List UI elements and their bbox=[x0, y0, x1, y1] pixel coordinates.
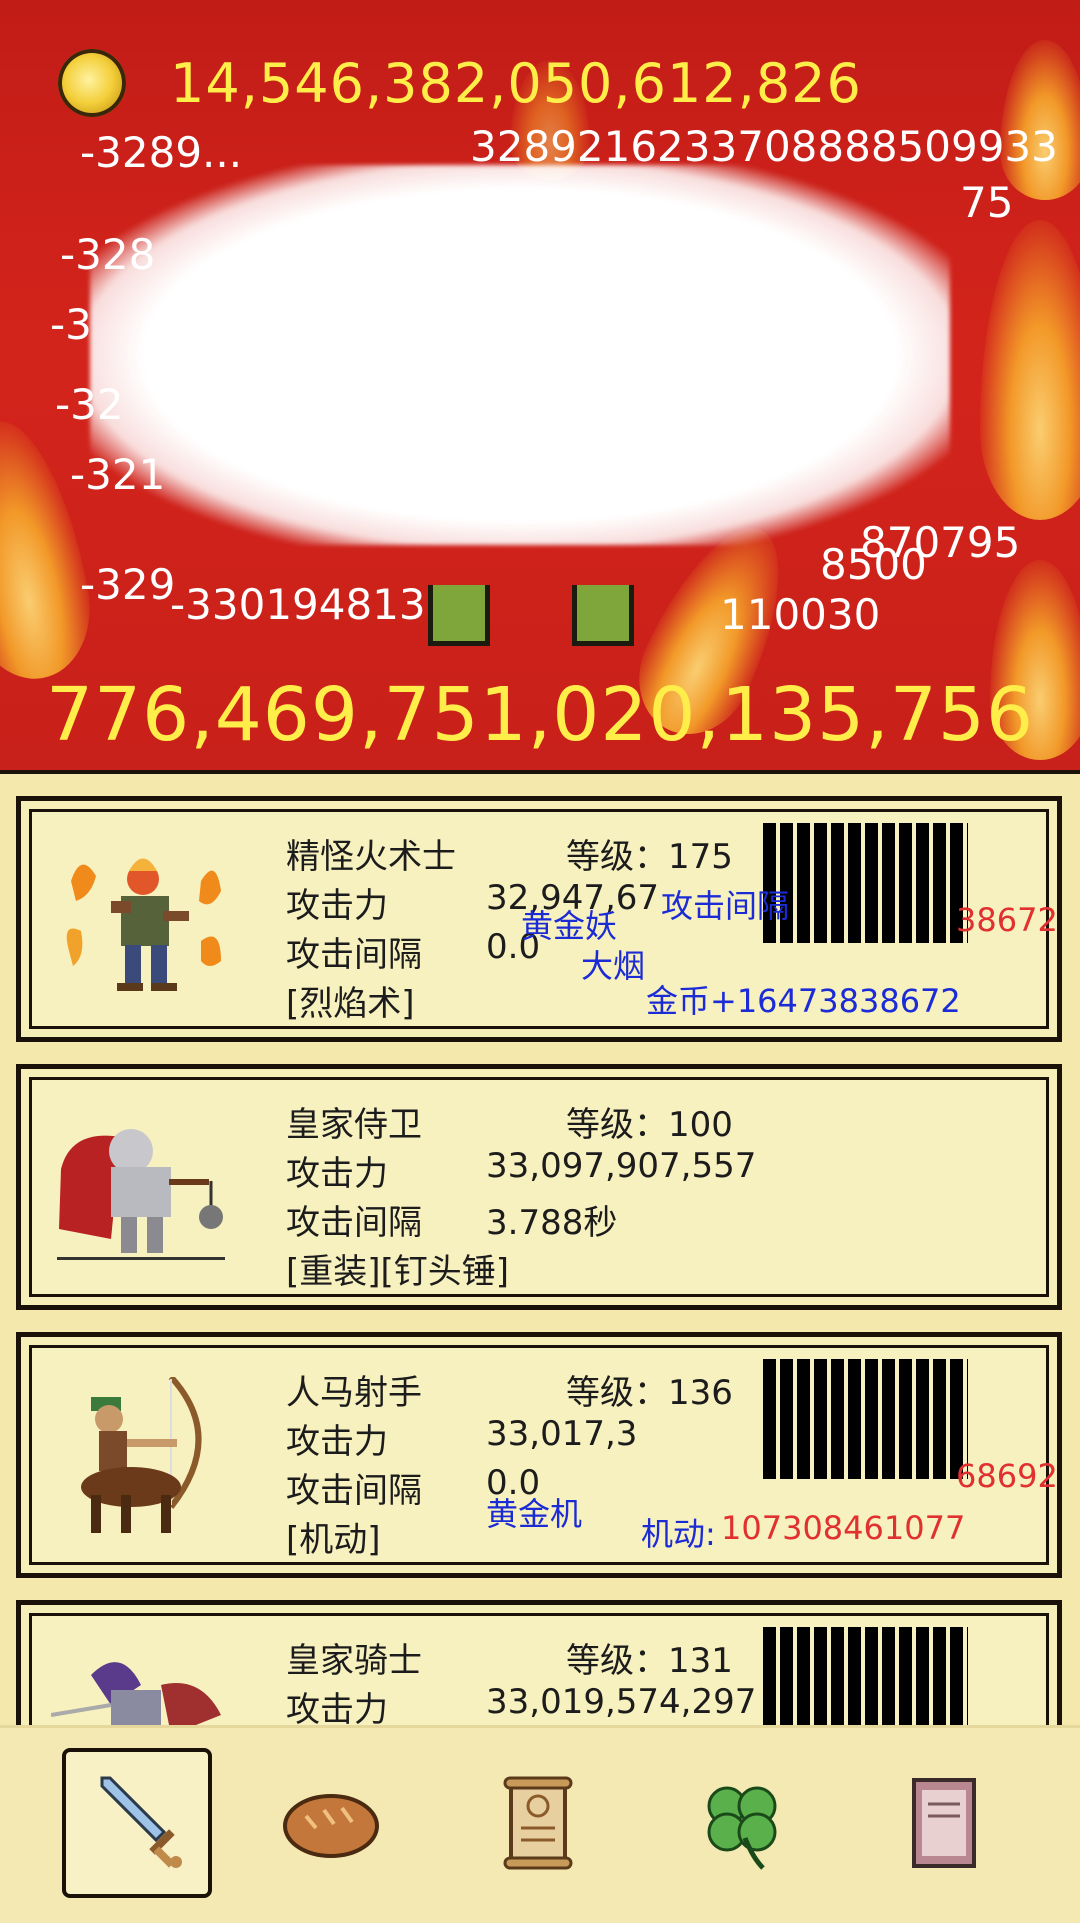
damage-number: -3289... bbox=[80, 128, 243, 177]
glitch-barcode bbox=[763, 1627, 968, 1729]
attack-label: 攻击力 bbox=[286, 1690, 388, 1729]
damage-number: -328 bbox=[60, 230, 156, 279]
damage-number: -32 bbox=[55, 380, 124, 429]
royal-guard-portrait bbox=[57, 1129, 225, 1260]
nav-clover[interactable] bbox=[667, 1748, 817, 1898]
unit-skills: [重装][钉头锤] bbox=[286, 1252, 510, 1292]
gold-coin-icon bbox=[58, 49, 126, 117]
nav-scroll[interactable] bbox=[463, 1748, 613, 1898]
unit-name: 精怪火术士 bbox=[286, 837, 456, 877]
damage-number-cloud bbox=[90, 165, 950, 545]
attack-value: 33,017,3 bbox=[486, 1414, 638, 1454]
damage-number: 110030 bbox=[720, 590, 881, 639]
interval-label: 攻击间隔 bbox=[286, 935, 422, 975]
book-icon bbox=[912, 1778, 976, 1868]
overlay-text: 68692 bbox=[956, 1457, 1058, 1495]
interval-label: 攻击间隔 bbox=[286, 1203, 422, 1243]
scroll-icon bbox=[503, 1776, 573, 1870]
nav-bread[interactable] bbox=[256, 1748, 406, 1898]
coin-counter: 14,546,382,050,612,826 bbox=[58, 48, 862, 118]
attack-label: 攻击力 bbox=[286, 1422, 388, 1462]
enemy-left-foot bbox=[428, 585, 490, 646]
unit-name: 皇家侍卫 bbox=[286, 1105, 422, 1145]
flame-decoration bbox=[980, 220, 1080, 520]
battle-area[interactable]: 14,546,382,050,612,826 -3289... 32892162… bbox=[0, 0, 1080, 770]
unit-skills: [烈焰术] bbox=[286, 984, 415, 1024]
unit-card[interactable]: 精怪火术士 等级：175 攻击力 32,947,67 攻击间隔 0.0 [烈焰术… bbox=[16, 796, 1062, 1042]
interval-label: 攻击间隔 bbox=[286, 1471, 422, 1511]
unit-name: 人马射手 bbox=[286, 1373, 422, 1413]
unit-level: 等级：100 bbox=[566, 1105, 733, 1145]
overlay-text: 107308461077 bbox=[721, 1509, 966, 1547]
damage-number: -329 bbox=[80, 560, 176, 609]
fire-sorcerer-portrait bbox=[66, 858, 221, 991]
unit-level: 等级：175 bbox=[566, 837, 733, 877]
nav-sword[interactable] bbox=[62, 1748, 212, 1898]
attack-value: 33,019,574,297 bbox=[486, 1682, 757, 1722]
attack-label: 攻击力 bbox=[286, 886, 388, 926]
centaur-archer-portrait bbox=[81, 1377, 202, 1533]
royal-knight-portrait bbox=[51, 1662, 221, 1729]
overlay-text: 黄金机 bbox=[486, 1495, 583, 1533]
attack-value: 33,097,907,557 bbox=[486, 1146, 757, 1186]
damage-number: 8500 bbox=[820, 540, 927, 589]
overlay-text: 机动: bbox=[641, 1515, 716, 1553]
enemy-hp-value: 776,469,751,020,135,756 bbox=[45, 672, 1035, 758]
enemy-right-foot bbox=[572, 585, 634, 646]
unit-level: 等级：131 bbox=[566, 1641, 733, 1681]
unit-skills: [机动] bbox=[286, 1520, 381, 1560]
damage-number: 3289216233708888509933 bbox=[470, 122, 1058, 171]
bread-icon bbox=[283, 1794, 379, 1858]
overlay-text: 38672 bbox=[956, 901, 1058, 939]
unit-list[interactable]: 精怪火术士 等级：175 攻击力 32,947,67 攻击间隔 0.0 [烈焰术… bbox=[0, 770, 1080, 1729]
flame-decoration bbox=[1000, 40, 1080, 200]
coin-amount: 14,546,382,050,612,826 bbox=[170, 51, 862, 115]
overlay-text: 攻击间隔 bbox=[661, 887, 790, 925]
unit-card[interactable]: 皇家侍卫 等级：100 攻击力 33,097,907,557 攻击间隔 3.78… bbox=[16, 1064, 1062, 1310]
unit-card[interactable]: 人马射手 等级：136 攻击力 33,017,3 攻击间隔 0.0 [机动] 黄… bbox=[16, 1332, 1062, 1578]
clover-icon bbox=[707, 1786, 777, 1870]
bottom-nav bbox=[0, 1725, 1080, 1923]
sword-icon bbox=[100, 1776, 182, 1868]
damage-number: 75 bbox=[960, 178, 1014, 227]
unit-card[interactable]: 皇家骑士 等级：131 攻击力 33,019,574,297 bbox=[16, 1600, 1062, 1729]
overlay-text: 大烟 bbox=[581, 947, 646, 985]
nav-book[interactable] bbox=[868, 1748, 1018, 1898]
glitch-barcode bbox=[763, 823, 968, 943]
unit-name: 皇家骑士 bbox=[286, 1641, 422, 1681]
interval-value: 3.788秒 bbox=[486, 1203, 618, 1243]
attack-label: 攻击力 bbox=[286, 1154, 388, 1194]
glitch-barcode bbox=[763, 1359, 968, 1479]
damage-number: -3 bbox=[50, 300, 92, 349]
overlay-text: 金币+16473838672 bbox=[646, 982, 961, 1020]
damage-number: -321 bbox=[70, 450, 166, 499]
unit-level: 等级：136 bbox=[566, 1373, 733, 1413]
